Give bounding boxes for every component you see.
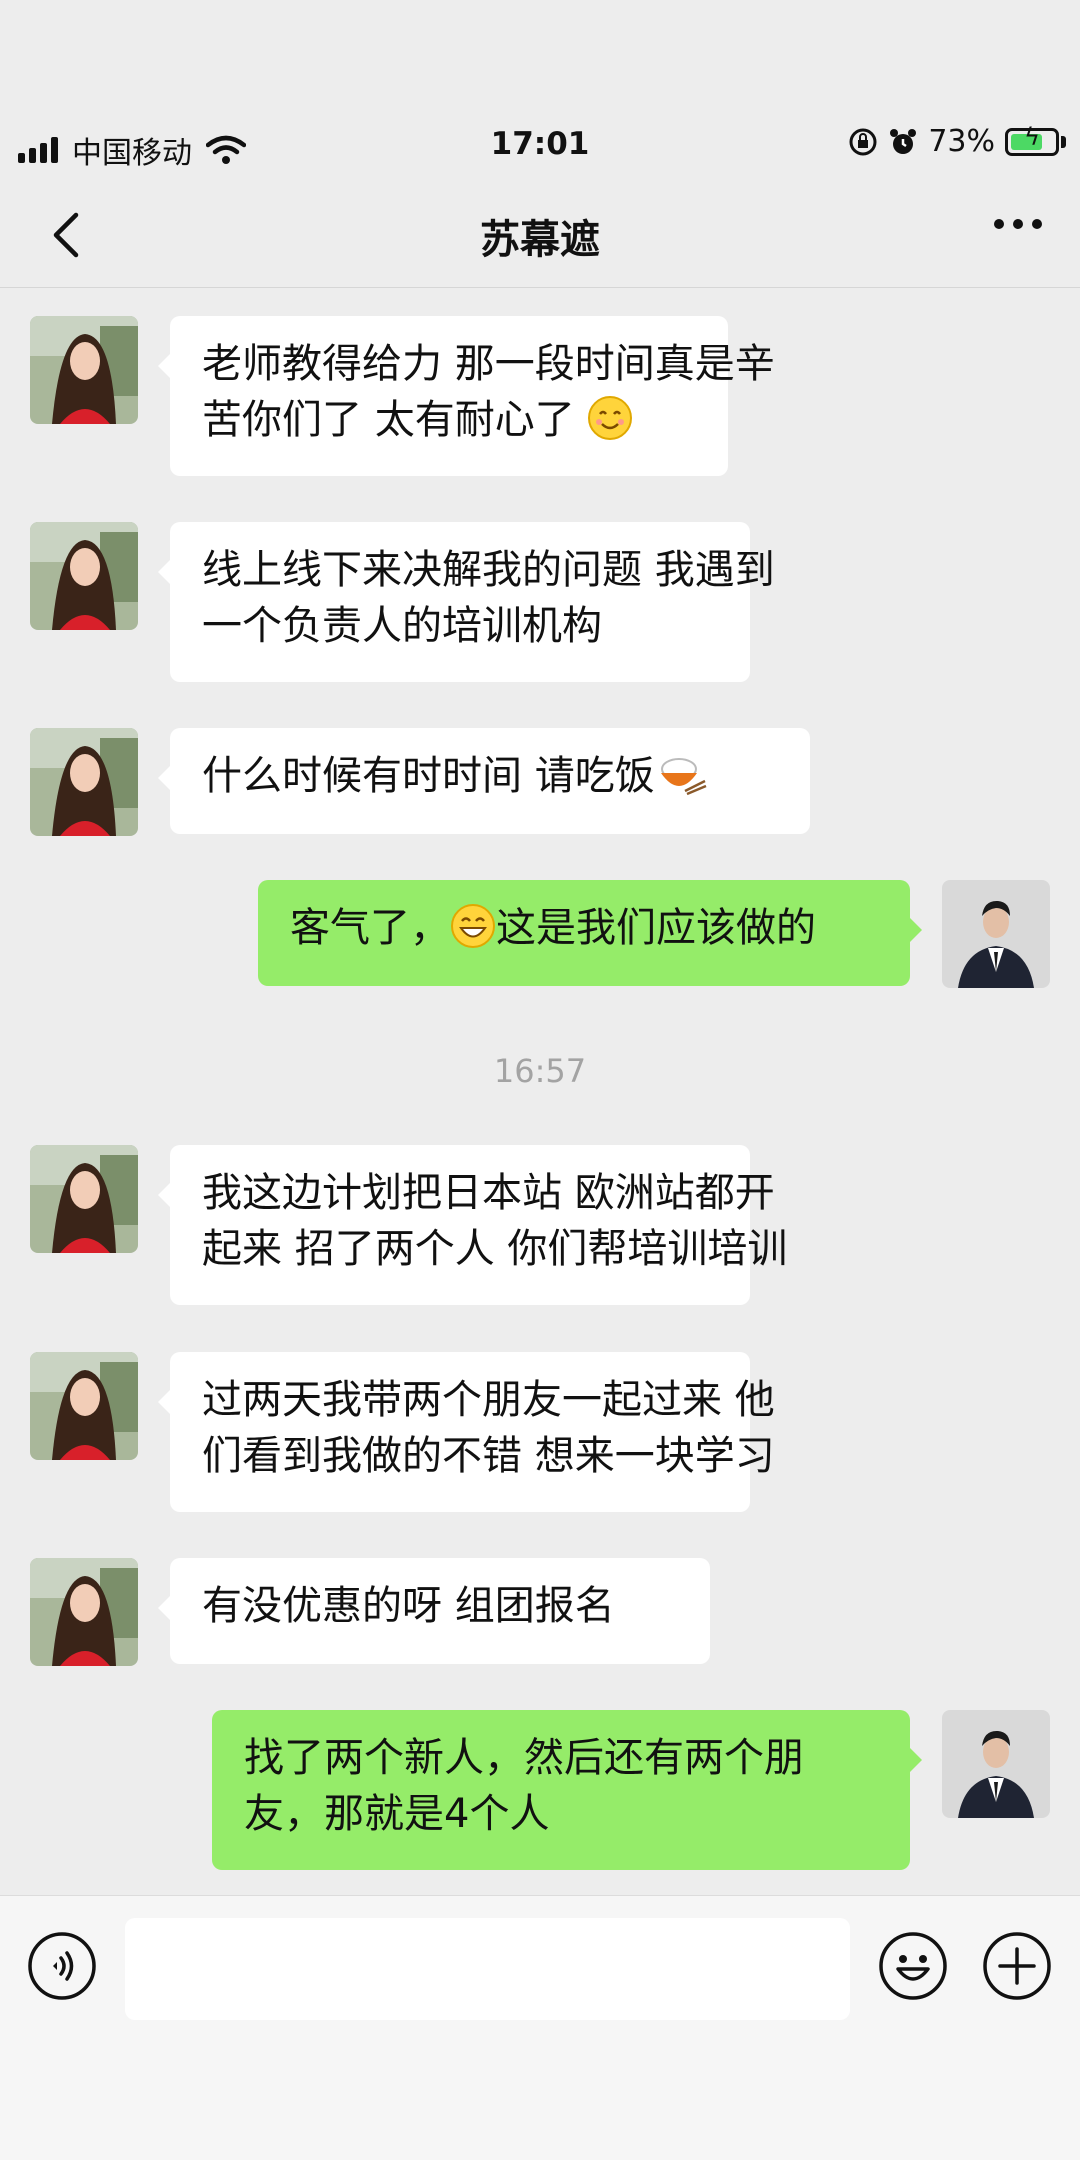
message-text: 起来 招了两个人 你们帮培训培训 <box>202 1226 788 1272</box>
self-avatar-image <box>942 880 1050 988</box>
message-text: 一个负责人的培训机构 <box>202 603 602 649</box>
timestamp: 16:57 <box>493 1052 587 1090</box>
message-text: 找了两个新人，然后还有两个朋 <box>244 1735 804 1781</box>
message-text: 过两天我带两个朋友一起过来 他 <box>202 1377 775 1423</box>
contact-avatar-image <box>30 522 138 630</box>
input-bar <box>0 1895 1080 2041</box>
self-avatar[interactable] <box>942 880 1050 988</box>
message-line: 线上线下来决解我的问题 我遇到 <box>202 542 775 598</box>
battery-percent: 73% <box>928 124 995 159</box>
alarm-icon <box>890 128 917 154</box>
nav-bar: 苏幕遮 <box>0 185 1080 287</box>
message-text: 客气了， <box>290 905 450 951</box>
contact-avatar-image <box>30 316 138 424</box>
message-input[interactable] <box>125 1918 850 2020</box>
incoming-message-bubble[interactable]: 过两天我带两个朋友一起过来 他们看到我做的不错 想来一块学习 <box>158 1352 775 1512</box>
message-text: 友，那就是4个人 <box>244 1791 550 1837</box>
message-line: 客气了， 这是我们应该做的 <box>290 900 878 956</box>
battery-icon: ϟ <box>1005 123 1059 156</box>
incoming-message-bubble[interactable]: 什么时候有时时间 请吃饭 <box>158 728 810 834</box>
message-text: 苦你们了 太有耐心了 <box>202 397 588 443</box>
message-text: 线上线下来决解我的问题 我遇到 <box>202 547 775 593</box>
contact-avatar-image <box>30 1145 138 1253</box>
emoji-icon <box>879 1932 947 2000</box>
smile-emoji-icon <box>588 396 633 440</box>
contact-avatar[interactable] <box>30 1558 138 1666</box>
incoming-message-bubble[interactable]: 我这边计划把日本站 欧洲站都开 起来 招了两个人 你们帮培训培训 <box>158 1145 787 1305</box>
message-text: 这是我们应该做的 <box>496 905 816 951</box>
message-line: 找了两个新人，然后还有两个朋 <box>244 1730 878 1786</box>
battery-tip <box>1061 135 1066 148</box>
message-text: 有没优惠的呀 组团报名 <box>202 1583 615 1629</box>
grin-emoji-icon <box>451 904 495 948</box>
orientation-lock-icon <box>849 128 877 155</box>
message-line: 过两天我带两个朋友一起过来 他 <box>202 1372 775 1428</box>
message-line: 苦你们了 太有耐心了 <box>202 392 696 448</box>
message-line: 什么时候有时时间 请吃饭 <box>202 748 778 804</box>
voice-icon <box>28 1932 96 2000</box>
message-line: 起来 招了两个人 你们帮培训培训 <box>202 1221 787 1277</box>
message-line: 老师教得给力 那一段时间真是辛 <box>202 336 775 392</box>
bottom-safe-area <box>0 2040 1080 2160</box>
plus-icon <box>983 1932 1051 2000</box>
self-avatar[interactable] <box>942 1710 1050 1818</box>
outgoing-message-bubble[interactable]: 找了两个新人，然后还有两个朋 友，那就是4个人 <box>212 1710 922 1870</box>
message-text: 我这边计划把日本站 欧洲站都开 <box>202 1170 775 1216</box>
message-text: 什么时候有时时间 请吃饭 <box>202 753 655 799</box>
contact-avatar[interactable] <box>30 1145 138 1253</box>
contact-avatar-image <box>30 1558 138 1666</box>
contact-avatar-image <box>30 1352 138 1460</box>
message-line: 有没优惠的呀 组团报名 <box>202 1578 678 1634</box>
contact-avatar-image <box>30 728 138 836</box>
voice-button[interactable] <box>27 1931 97 2001</box>
message-line: 友，那就是4个人 <box>244 1786 878 1842</box>
plus-button[interactable] <box>982 1931 1052 2001</box>
message-line: 我这边计划把日本站 欧洲站都开 <box>202 1165 775 1221</box>
chat-title: 苏幕遮 <box>480 217 600 263</box>
message-text: 们看到我做的不错 想来一块学习 <box>202 1433 775 1479</box>
incoming-message-bubble[interactable]: 线上线下来决解我的问题 我遇到 一个负责人的培训机构 <box>158 522 775 682</box>
contact-avatar[interactable] <box>30 316 138 424</box>
message-line: 们看到我做的不错 想来一块学习 <box>202 1428 775 1484</box>
outgoing-message-bubble[interactable]: 客气了， 这是我们应该做的 <box>258 880 922 986</box>
message-line: 一个负责人的培训机构 <box>202 598 718 654</box>
self-avatar-image <box>942 1710 1050 1818</box>
contact-avatar[interactable] <box>30 522 138 630</box>
message-text: 老师教得给力 那一段时间真是辛 <box>202 341 775 387</box>
rice-bowl-icon <box>660 758 707 796</box>
contact-avatar[interactable] <box>30 728 138 836</box>
emoji-button[interactable] <box>878 1931 948 2001</box>
status-bar: 中国移动 17:01 73% ϟ <box>0 110 1080 180</box>
incoming-message-bubble[interactable]: 有没优惠的呀 组团报名 <box>158 1558 710 1664</box>
contact-avatar[interactable] <box>30 1352 138 1460</box>
incoming-message-bubble[interactable]: 老师教得给力 那一段时间真是辛 苦你们了 太有耐心了 <box>158 316 775 476</box>
more-dots-icon[interactable] <box>994 219 1042 229</box>
nav-divider <box>0 287 1080 288</box>
